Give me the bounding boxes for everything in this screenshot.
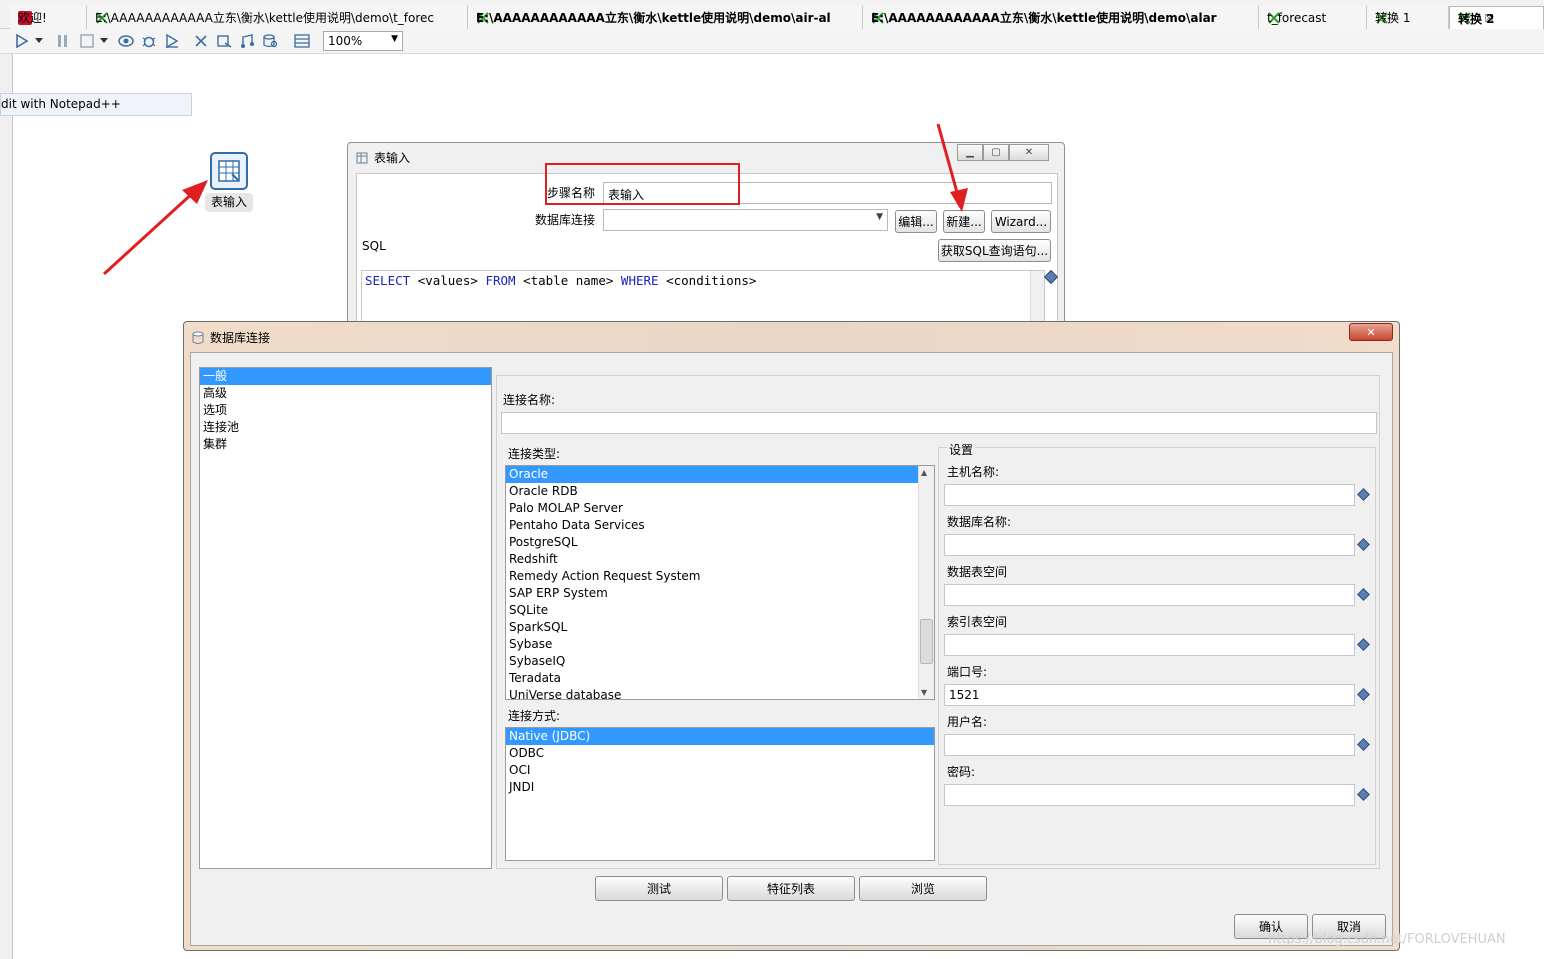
test-button[interactable]: 测试 [595, 876, 723, 901]
settings-category-list[interactable]: 一般 高级 选项 连接池 集群 [199, 367, 492, 869]
variable-icon[interactable] [1357, 788, 1370, 801]
list-item[interactable]: Native (JDBC) [506, 728, 934, 745]
data-tablespace-label: 数据表空间 [947, 565, 1008, 579]
list-item[interactable]: Palo MOLAP Server [506, 500, 918, 517]
scrollbar-thumb[interactable] [920, 619, 933, 664]
nav-item-options[interactable]: 选项 [200, 402, 491, 419]
list-item[interactable]: Oracle RDB [506, 483, 918, 500]
list-item[interactable]: OCI [506, 762, 934, 779]
settings-group: 设置 主机名称: 数据库名称: 数据表空间 索引表空间 端口号: 1521 用户… [938, 441, 1376, 865]
explore-button[interactable]: 浏览 [859, 876, 987, 901]
list-item[interactable]: SQLite [506, 602, 918, 619]
list-item[interactable]: Teradata [506, 670, 918, 687]
list-item[interactable]: SparkSQL [506, 619, 918, 636]
index-tablespace-label: 索引表空间 [947, 615, 1008, 629]
dialog-content: 一般 高级 选项 连接池 集群 连接名称: 连接类型: Oracle Oracl… [190, 352, 1393, 946]
list-item[interactable]: ODBC [506, 745, 934, 762]
close-icon[interactable]: ✕ [1349, 323, 1393, 341]
list-item[interactable]: Remedy Action Request System [506, 568, 918, 585]
list-item[interactable]: SybaseIQ [506, 653, 918, 670]
database-connection-dialog: 数据库连接 ✕ 一般 高级 选项 连接池 集群 连接名称: 连接类型: Orac… [183, 321, 1400, 951]
variable-icon[interactable] [1357, 538, 1370, 551]
password-label: 密码: [947, 765, 976, 779]
connection-name-input[interactable] [501, 412, 1377, 434]
username-label: 用户名: [947, 715, 988, 729]
scroll-down-icon[interactable]: ▼ [921, 688, 927, 697]
dialog-title: 数据库连接 [192, 329, 270, 346]
host-name-label: 主机名称: [947, 465, 1000, 479]
variable-icon[interactable] [1357, 588, 1370, 601]
port-input[interactable]: 1521 [944, 684, 1355, 706]
list-item[interactable]: Pentaho Data Services [506, 517, 918, 534]
variable-icon[interactable] [1357, 488, 1370, 501]
settings-group-title: 设置 [947, 441, 976, 458]
connection-type-list[interactable]: Oracle Oracle RDB Palo MOLAP Server Pent… [505, 465, 935, 700]
index-tablespace-input[interactable] [944, 634, 1355, 656]
list-item[interactable]: PostgreSQL [506, 534, 918, 551]
feature-list-button[interactable]: 特征列表 [727, 876, 855, 901]
data-tablespace-input[interactable] [944, 584, 1355, 606]
list-item[interactable]: SAP ERP System [506, 585, 918, 602]
access-method-label: 连接方式: [508, 709, 561, 723]
list-item[interactable]: UniVerse database [506, 687, 918, 699]
username-input[interactable] [944, 734, 1355, 756]
nav-item-pooling[interactable]: 连接池 [200, 419, 491, 436]
watermark-text: https://blog.csdn.net/FORLOVEHUAN [1268, 932, 1506, 947]
password-input[interactable] [944, 784, 1355, 806]
list-item[interactable]: Sybase [506, 636, 918, 653]
access-method-list[interactable]: Native (JDBC) ODBC OCI JNDI [505, 727, 935, 861]
database-icon [192, 331, 204, 344]
database-name-label: 数据库名称: [947, 515, 1012, 529]
variable-icon[interactable] [1357, 638, 1370, 651]
connection-type-scrollbar[interactable]: ▲ ▼ [918, 466, 934, 699]
connection-type-label: 连接类型: [508, 447, 561, 461]
host-name-input[interactable] [944, 484, 1355, 506]
port-label: 端口号: [947, 665, 988, 679]
nav-item-advanced[interactable]: 高级 [200, 385, 491, 402]
connection-name-label: 连接名称: [503, 393, 556, 407]
variable-icon[interactable] [1357, 688, 1370, 701]
list-item[interactable]: JNDI [506, 779, 934, 796]
general-settings-panel: 连接名称: 连接类型: Oracle Oracle RDB Palo MOLAP… [496, 375, 1380, 869]
database-name-input[interactable] [944, 534, 1355, 556]
variable-icon[interactable] [1357, 738, 1370, 751]
list-item[interactable]: Oracle [506, 466, 918, 483]
list-item[interactable]: Redshift [506, 551, 918, 568]
nav-item-cluster[interactable]: 集群 [200, 436, 491, 453]
scroll-up-icon[interactable]: ▲ [921, 468, 927, 477]
nav-item-general[interactable]: 一般 [200, 368, 491, 385]
